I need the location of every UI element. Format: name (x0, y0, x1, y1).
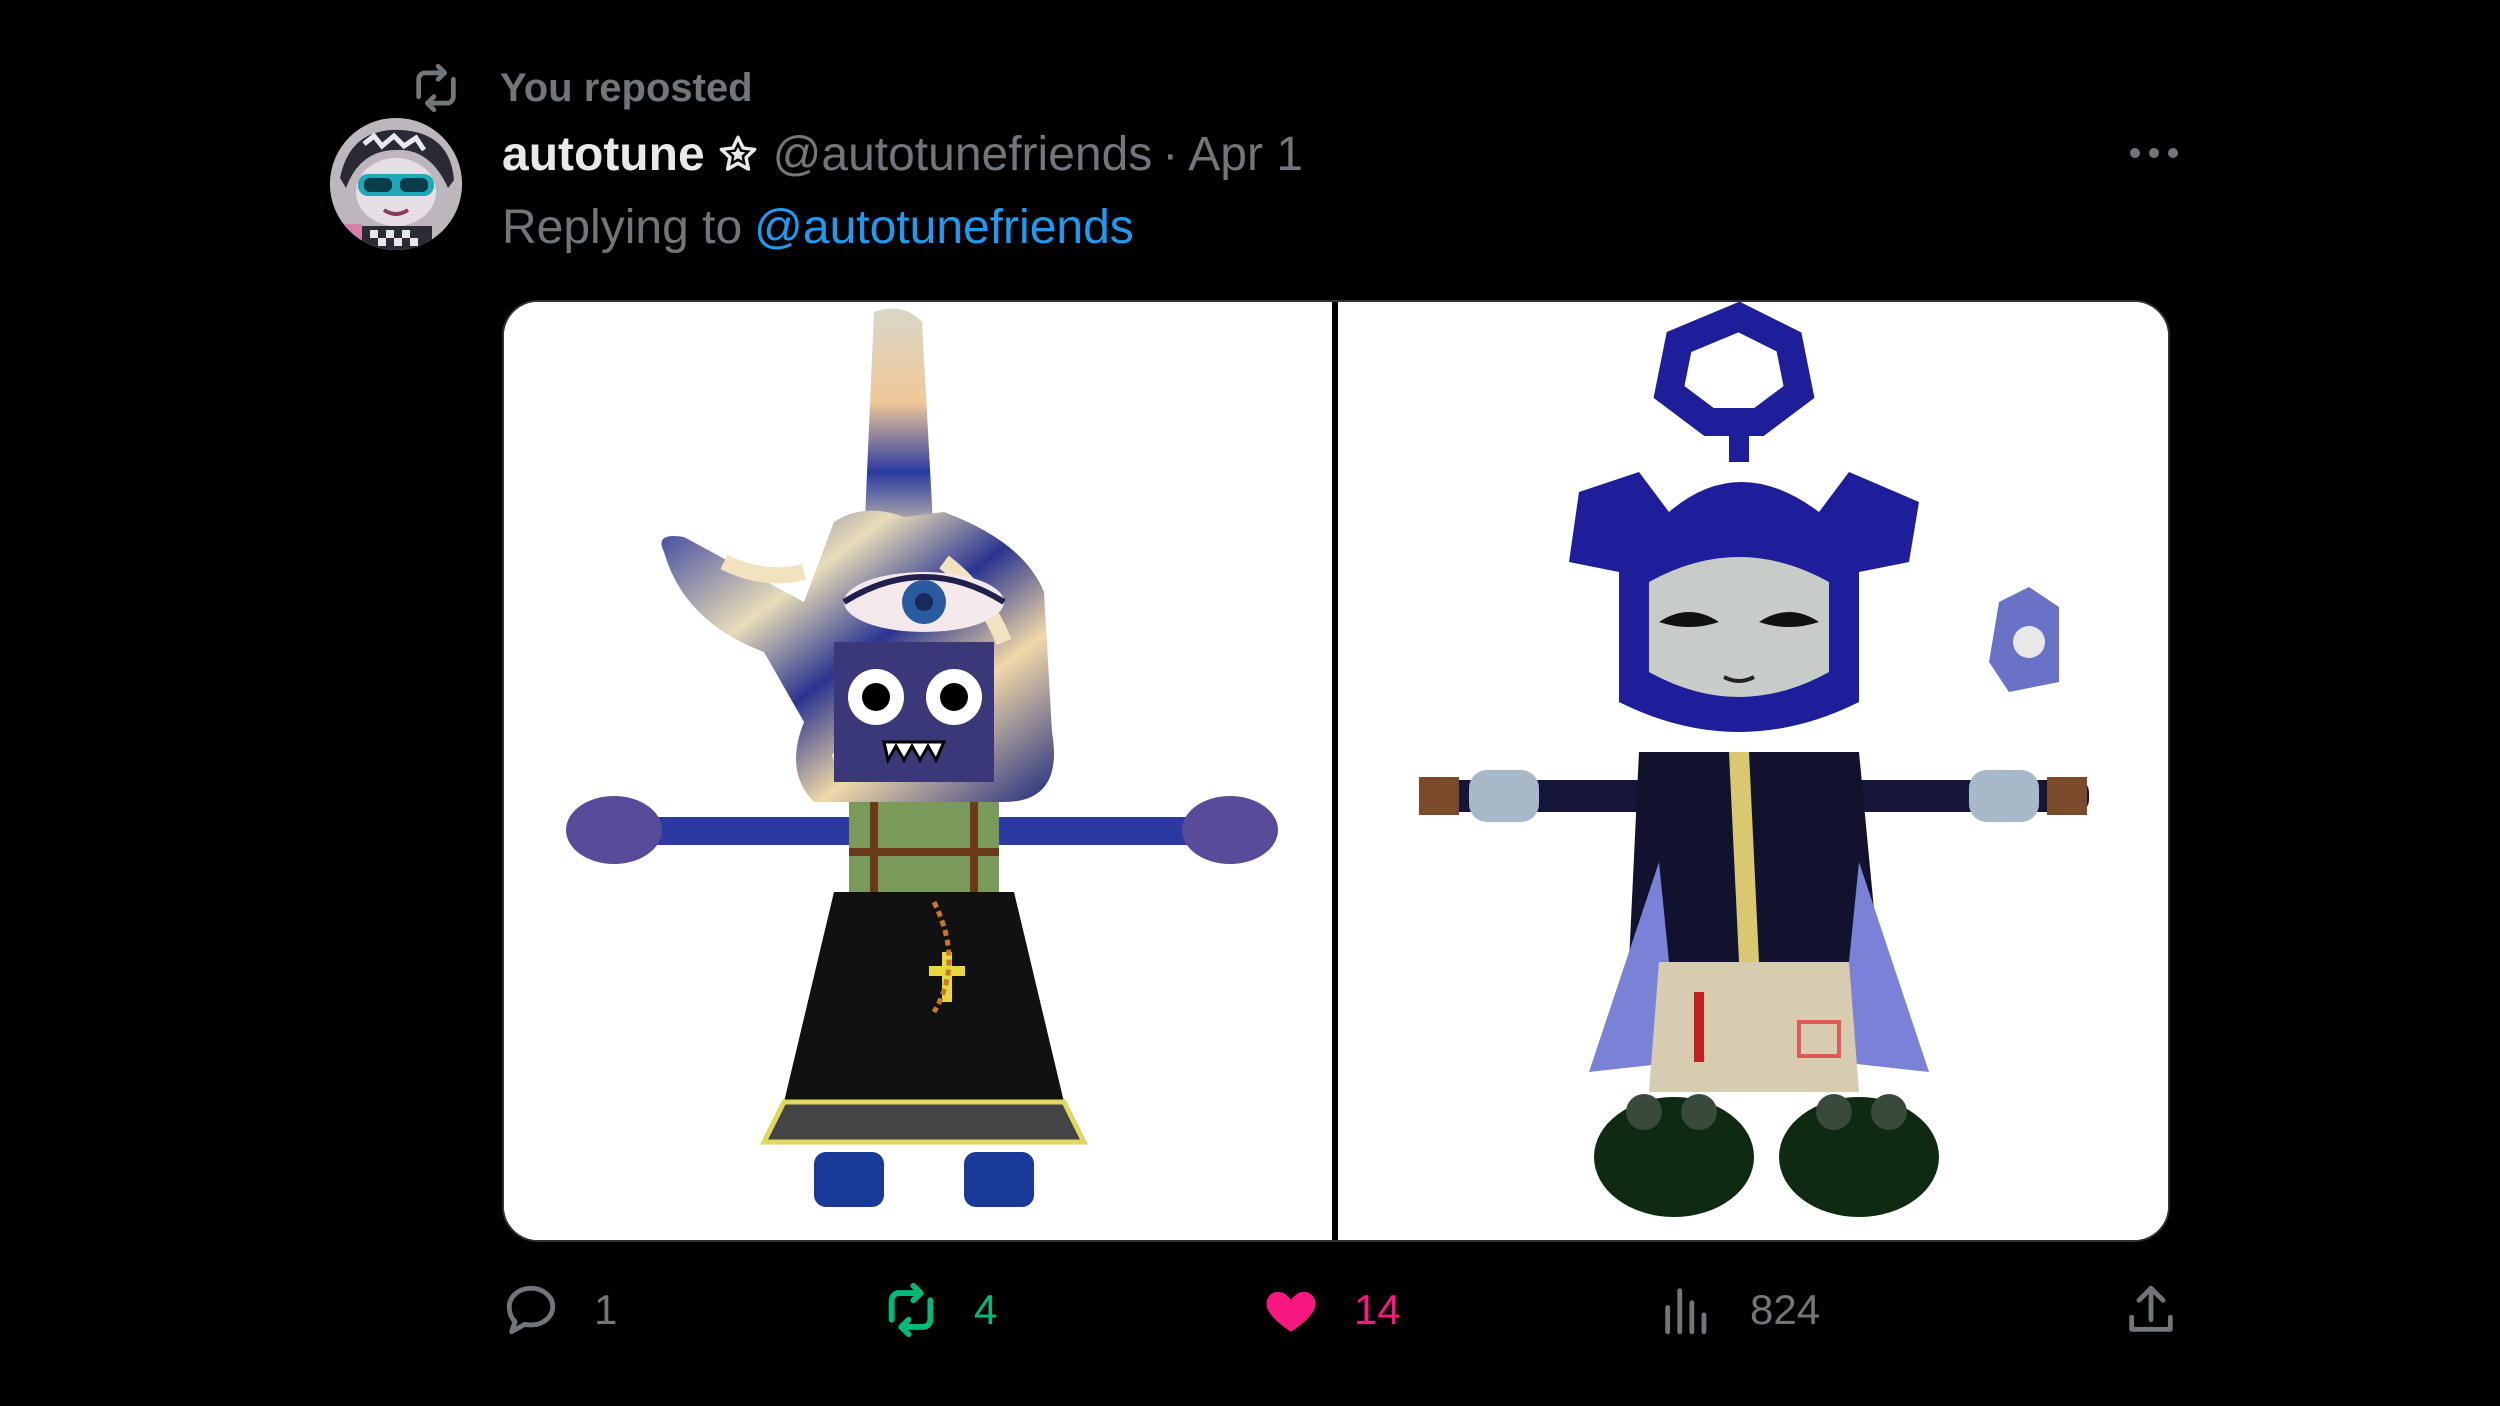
repost-banner: You reposted (410, 58, 753, 118)
tweet[interactable]: You reposted autotune @autotunefriends ·… (330, 40, 2210, 1380)
tweet-header: autotune @autotunefriends · Apr 1 (502, 118, 1303, 190)
star-outline-icon (719, 135, 757, 171)
more-dots-icon (2130, 148, 2178, 158)
repost-button[interactable]: 4 (882, 1270, 997, 1350)
like-button[interactable]: 14 (1262, 1270, 1401, 1350)
share-icon (2129, 1285, 2173, 1332)
antenna-character-image (1339, 302, 2167, 1240)
hand-head-character-image (504, 302, 1332, 1240)
like-count: 14 (1354, 1286, 1401, 1333)
reply-icon (506, 1285, 556, 1335)
repost-banner-text: You reposted (500, 65, 753, 110)
repost-active-icon (888, 1282, 934, 1338)
analytics-icon (1665, 1288, 1707, 1335)
views-button[interactable]: 824 (1658, 1270, 1820, 1350)
media-grid (502, 300, 2170, 1242)
avatar-image (330, 118, 462, 250)
reply-button[interactable]: 1 (502, 1270, 617, 1350)
replying-to-label: Replying to (502, 200, 743, 254)
repost-icon (416, 63, 456, 113)
avatar[interactable] (330, 118, 462, 250)
share-button[interactable] (2122, 1270, 2180, 1350)
meta-separator: · (1162, 127, 1179, 181)
more-options-button[interactable] (2124, 128, 2184, 178)
media-image-left[interactable] (504, 302, 1332, 1240)
replying-to: Replying to @autotunefriends (502, 192, 1134, 262)
author-handle[interactable]: @autotunefriends (773, 127, 1153, 182)
author-name[interactable]: autotune (502, 127, 705, 182)
reply-count: 1 (594, 1286, 618, 1333)
heart-filled-icon (1266, 1291, 1316, 1332)
replying-to-mention[interactable]: @autotunefriends (754, 200, 1134, 255)
tweet-date[interactable]: Apr 1 (1188, 127, 1303, 182)
media-image-right[interactable] (1338, 302, 2168, 1240)
view-count: 824 (1750, 1286, 1821, 1333)
action-bar: 1 4 14 824 (502, 1270, 2182, 1350)
repost-count: 4 (974, 1286, 998, 1333)
